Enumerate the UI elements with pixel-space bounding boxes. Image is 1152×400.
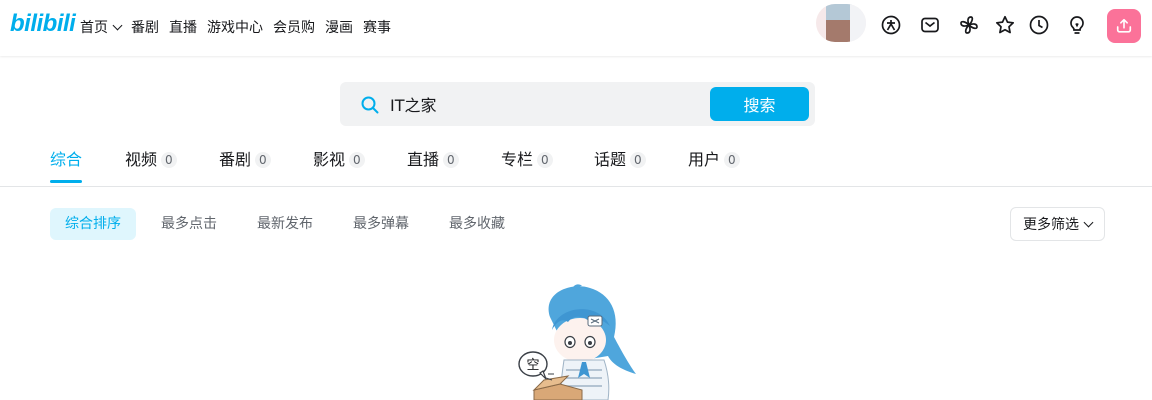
sort-most-danmaku[interactable]: 最多弹幕 bbox=[338, 208, 424, 240]
more-filter-button[interactable]: 更多筛选 bbox=[1010, 207, 1105, 241]
top-header: bilibili 首页 番剧 直播 游戏中心 会员购 漫画 赛事 bbox=[0, 0, 1152, 56]
tab-count: 0 bbox=[630, 152, 646, 168]
sort-newest[interactable]: 最新发布 bbox=[242, 208, 328, 240]
more-filter-label: 更多筛选 bbox=[1023, 217, 1079, 233]
nav-item-label: 赛事 bbox=[363, 20, 391, 36]
tab-film[interactable]: 影视 0 bbox=[313, 150, 407, 186]
search-box: 搜索 bbox=[340, 82, 815, 126]
nav-item-mall[interactable]: 会员购 bbox=[273, 17, 315, 37]
nav-item-label: 会员购 bbox=[273, 20, 315, 36]
tabs-divider bbox=[0, 186, 1152, 187]
chevron-down-icon bbox=[1083, 217, 1094, 228]
tab-topic[interactable]: 话题 0 bbox=[594, 150, 688, 186]
bilibili-logo[interactable]: bilibili bbox=[10, 10, 76, 38]
upload-button[interactable] bbox=[1107, 9, 1141, 43]
tab-active-indicator bbox=[50, 180, 82, 183]
tab-label: 用户 bbox=[688, 150, 721, 169]
tab-label: 专栏 bbox=[501, 150, 534, 169]
nav-item-label: 游戏中心 bbox=[207, 20, 263, 36]
nav-item-label: 漫画 bbox=[325, 20, 353, 36]
chevron-down-icon bbox=[112, 20, 123, 31]
sort-options: 综合排序 最多点击 最新发布 最多弹幕 最多收藏 bbox=[50, 208, 520, 240]
dynamic-icon[interactable] bbox=[958, 14, 980, 36]
vip-icon[interactable] bbox=[880, 14, 902, 36]
avatar[interactable] bbox=[816, 4, 866, 42]
tab-count: 0 bbox=[724, 152, 740, 168]
search-input[interactable] bbox=[390, 92, 690, 116]
history-icon[interactable] bbox=[1028, 14, 1050, 36]
nav-item-label: 首页 bbox=[80, 20, 108, 36]
nav-item-home[interactable]: 首页 bbox=[80, 17, 123, 37]
favorite-icon[interactable] bbox=[994, 14, 1016, 36]
tab-count: 0 bbox=[537, 152, 553, 168]
tab-label: 直播 bbox=[407, 150, 440, 169]
result-tabs: 综合 视频 0 番剧 0 影视 0 直播 0 专栏 0 话题 0 用户 0 bbox=[50, 150, 782, 186]
tab-count: 0 bbox=[349, 152, 365, 168]
empty-bubble-text: 空 bbox=[526, 358, 539, 373]
sort-most-favorites[interactable]: 最多收藏 bbox=[434, 208, 520, 240]
tab-live[interactable]: 直播 0 bbox=[407, 150, 501, 186]
tab-label: 综合 bbox=[50, 150, 83, 169]
tab-label: 话题 bbox=[594, 150, 627, 169]
tab-label: 影视 bbox=[313, 150, 346, 169]
search-button[interactable]: 搜索 bbox=[710, 87, 809, 121]
nav-item-match[interactable]: 赛事 bbox=[363, 17, 391, 37]
sort-default[interactable]: 综合排序 bbox=[50, 208, 136, 240]
tab-label: 视频 bbox=[125, 150, 158, 169]
sort-most-clicks[interactable]: 最多点击 bbox=[146, 208, 232, 240]
tab-count: 0 bbox=[161, 152, 177, 168]
nav-item-live[interactable]: 直播 bbox=[169, 17, 197, 37]
message-icon[interactable] bbox=[919, 14, 941, 36]
nav-item-label: 直播 bbox=[169, 20, 197, 36]
tab-video[interactable]: 视频 0 bbox=[125, 150, 219, 186]
nav-item-manga[interactable]: 漫画 bbox=[325, 17, 353, 37]
top-nav: 首页 番剧 直播 游戏中心 会员购 漫画 赛事 bbox=[80, 17, 391, 37]
tab-user[interactable]: 用户 0 bbox=[688, 150, 782, 186]
tab-article[interactable]: 专栏 0 bbox=[501, 150, 594, 186]
nav-item-anime[interactable]: 番剧 bbox=[131, 17, 159, 37]
upload-icon bbox=[1116, 18, 1132, 33]
tab-all[interactable]: 综合 bbox=[50, 150, 125, 186]
empty-state-mascot: 空 bbox=[518, 284, 636, 400]
search-icon bbox=[361, 96, 379, 114]
creation-icon[interactable] bbox=[1066, 14, 1088, 36]
nav-item-game-center[interactable]: 游戏中心 bbox=[207, 17, 263, 37]
tab-label: 番剧 bbox=[219, 150, 252, 169]
nav-item-label: 番剧 bbox=[131, 20, 159, 36]
tab-bangumi[interactable]: 番剧 0 bbox=[219, 150, 313, 186]
tab-count: 0 bbox=[255, 152, 271, 168]
tab-count: 0 bbox=[443, 152, 459, 168]
